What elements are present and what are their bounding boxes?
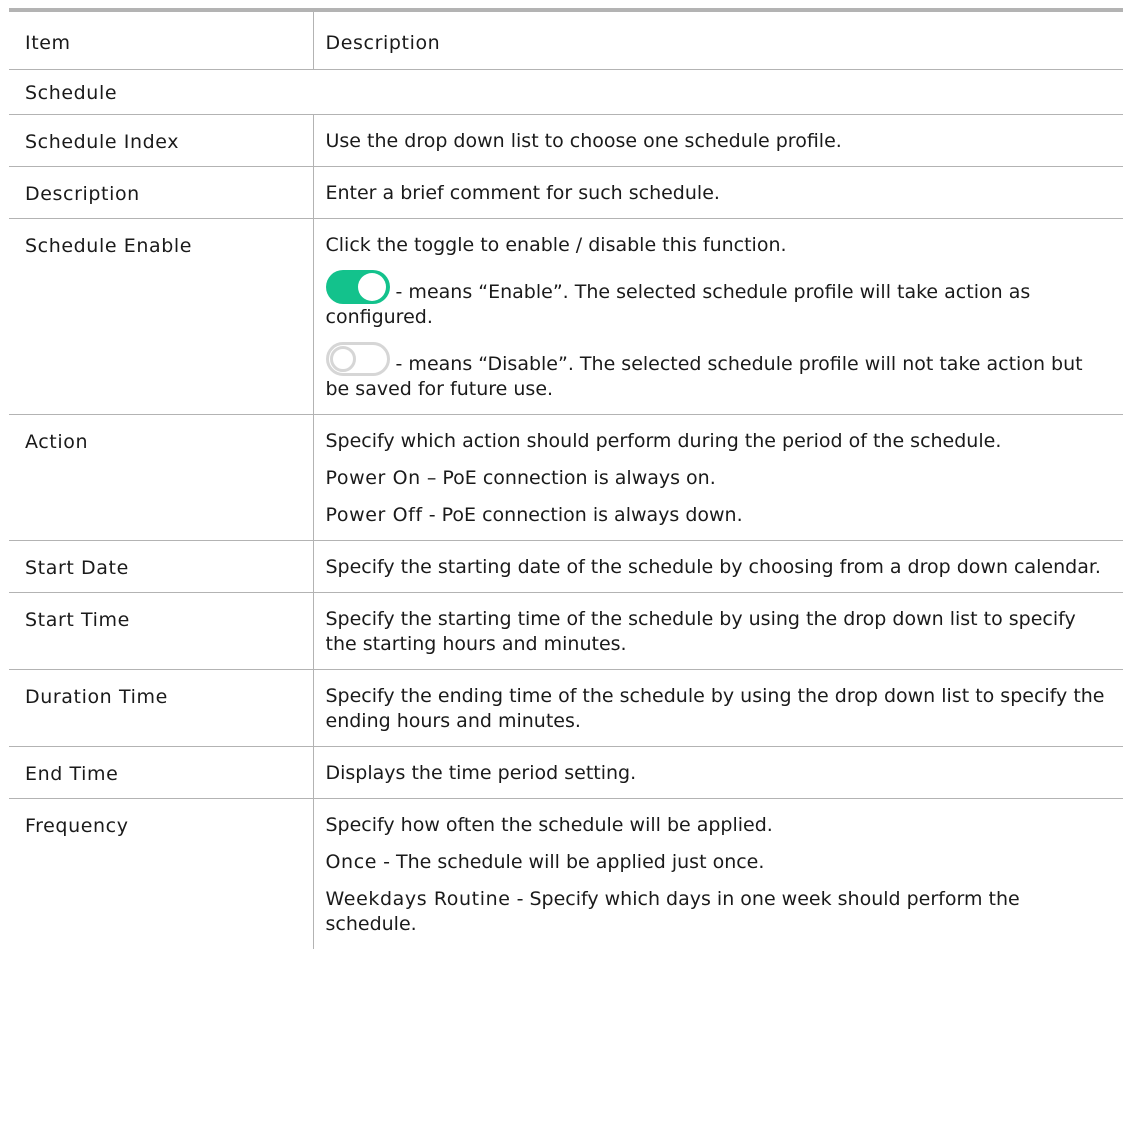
option-text: - PoE connection is always down. bbox=[422, 504, 743, 526]
row-item-label: Schedule Index bbox=[25, 131, 180, 153]
header-description-label: Description bbox=[325, 32, 441, 54]
row-description: Specify the starting time of the schedul… bbox=[325, 608, 1076, 655]
row-description: Click the toggle to enable / disable thi… bbox=[325, 234, 787, 256]
row-item-label: Schedule Enable bbox=[25, 235, 193, 257]
row-item-label: Start Time bbox=[25, 609, 130, 631]
table-row: Start Time Specify the starting time of … bbox=[9, 592, 1123, 670]
row-item-label: Duration Time bbox=[25, 686, 168, 708]
section-cell: Schedule bbox=[9, 69, 1123, 115]
row-description: Specify the starting date of the schedul… bbox=[325, 556, 1101, 578]
row-description: Specify how often the schedule will be a… bbox=[325, 814, 773, 836]
option-line: Weekdays Routine - Specify which days in… bbox=[326, 887, 1112, 937]
option-term: Once bbox=[325, 851, 378, 873]
toggle-on-icon bbox=[325, 270, 390, 304]
header-item-label: Item bbox=[25, 32, 71, 54]
option-line: Power Off - PoE connection is always dow… bbox=[326, 503, 1112, 528]
row-description: Use the drop down list to choose one sch… bbox=[325, 130, 842, 152]
row-item-label: End Time bbox=[25, 763, 119, 785]
option-line: Once - The schedule will be applied just… bbox=[326, 850, 1112, 875]
option-term: Power On bbox=[325, 467, 421, 489]
table-row: Action Specify which action should perfo… bbox=[9, 414, 1123, 541]
table-row: End Time Displays the time period settin… bbox=[9, 746, 1123, 799]
toggle-off-icon bbox=[325, 342, 390, 376]
table-row: Description Enter a brief comment for su… bbox=[9, 166, 1123, 219]
row-item-label: Start Date bbox=[25, 557, 129, 579]
table-row: Schedule Enable Click the toggle to enab… bbox=[9, 218, 1123, 415]
toggle-disable-text: - means “Disable”. The selected schedule… bbox=[325, 353, 1083, 400]
header-description-cell: Description bbox=[313, 8, 1123, 70]
option-term: Power Off bbox=[325, 504, 423, 526]
section-title: Schedule bbox=[25, 82, 118, 104]
toggle-enable-text: - means “Enable”. The selected schedule … bbox=[325, 281, 1031, 328]
table-row: Start Date Specify the starting date of … bbox=[9, 540, 1123, 593]
row-description: Specify the ending time of the schedule … bbox=[325, 685, 1105, 732]
header-item-cell: Item bbox=[9, 8, 314, 70]
row-description: Enter a brief comment for such schedule. bbox=[325, 182, 720, 204]
option-term: Weekdays Routine bbox=[325, 888, 511, 910]
table-header-row: Item Description bbox=[9, 8, 1123, 70]
section-row: Schedule bbox=[9, 69, 1123, 115]
row-item-label: Frequency bbox=[25, 815, 129, 837]
option-text: - The schedule will be applied just once… bbox=[377, 851, 765, 873]
option-text: – PoE connection is always on. bbox=[420, 467, 716, 489]
toggle-enable-line: - means “Enable”. The selected schedule … bbox=[325, 270, 1112, 330]
table-row: Schedule Index Use the drop down list to… bbox=[9, 114, 1123, 167]
row-item-label: Description bbox=[25, 183, 140, 205]
row-description: Displays the time period setting. bbox=[325, 762, 637, 784]
row-description: Specify which action should perform duri… bbox=[325, 430, 1002, 452]
option-line: Power On – PoE connection is always on. bbox=[326, 466, 1112, 491]
description-table: Item Description Schedule Schedule Index… bbox=[9, 8, 1123, 949]
row-item-label: Action bbox=[25, 431, 89, 453]
table-row: Frequency Specify how often the schedule… bbox=[9, 798, 1123, 949]
table-row: Duration Time Specify the ending time of… bbox=[9, 669, 1123, 747]
toggle-disable-line: - means “Disable”. The selected schedule… bbox=[325, 342, 1112, 402]
